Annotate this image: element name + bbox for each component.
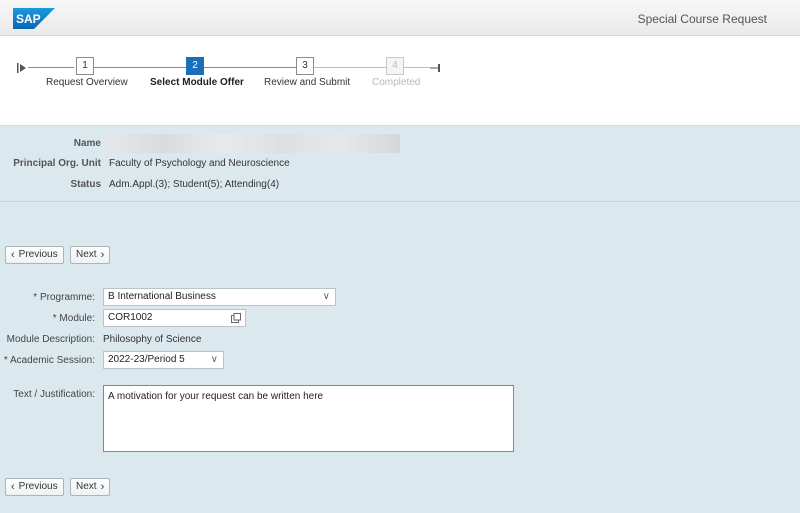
org-unit-value: Faculty of Psychology and Neuroscience — [109, 158, 290, 169]
roadmap-step-1-label[interactable]: Request Overview — [46, 77, 128, 88]
roadmap-connector — [404, 67, 430, 68]
justification-textarea[interactable]: A motivation for your request can be wri… — [103, 385, 514, 452]
chevron-left-icon: ‹ — [11, 481, 15, 493]
module-label-text: Module: — [59, 313, 95, 324]
chevron-down-icon: ∨ — [210, 354, 218, 365]
roadmap-wizard: 1 Request Overview 2 Select Module Offer… — [0, 36, 800, 126]
info-row-org: Principal Org. Unit Faculty of Psycholog… — [0, 158, 800, 174]
status-value: Adm.Appl.(3); Student(5); Attending(4) — [109, 179, 280, 190]
next-button-label: Next — [76, 481, 97, 492]
roadmap-connector — [204, 67, 296, 68]
roadmap-step-3-label[interactable]: Review and Submit — [264, 77, 350, 88]
next-button-label: Next — [76, 249, 97, 260]
name-label: Name — [73, 138, 101, 149]
next-button[interactable]: Next › — [70, 246, 111, 264]
previous-button[interactable]: ‹ Previous — [5, 246, 64, 264]
roadmap-step-3[interactable]: 3 — [296, 57, 314, 75]
roadmap-step-1[interactable]: 1 — [76, 57, 94, 75]
value-help-icon[interactable] — [231, 313, 241, 323]
module-input[interactable]: COR1002 — [103, 309, 246, 327]
roadmap-end-icon — [430, 64, 440, 72]
academic-session-label-text: Academic Session: — [9, 355, 95, 366]
programme-value: B International Business — [108, 291, 216, 302]
required-marker: * — [3, 355, 8, 366]
org-unit-label: Principal Org. Unit — [13, 158, 101, 169]
roadmap-step-4-label: Completed — [372, 77, 421, 88]
module-description-label: Module Description: — [6, 334, 95, 345]
required-marker: * — [52, 313, 57, 324]
chevron-left-icon: ‹ — [11, 249, 15, 261]
roadmap-step-4: 4 — [386, 57, 404, 75]
roadmap-connector — [28, 67, 74, 68]
roadmap-start-icon — [17, 63, 26, 73]
programme-dropdown[interactable]: B International Business ∨ — [103, 288, 336, 306]
app-header: SAP Special Course Request — [0, 0, 800, 36]
svg-text:SAP: SAP — [16, 12, 41, 26]
programme-label-text: Programme: — [39, 292, 95, 303]
academic-session-value: 2022-23/Period 5 — [108, 354, 185, 365]
student-info-panel: Name Principal Org. Unit Faculty of Psyc… — [0, 127, 800, 202]
next-button-bottom[interactable]: Next › — [70, 478, 111, 496]
required-marker: * — [33, 292, 38, 303]
name-value-redacted — [105, 134, 400, 153]
previous-button-bottom[interactable]: ‹ Previous — [5, 478, 64, 496]
chevron-right-icon: › — [100, 481, 105, 493]
roadmap-step-2[interactable]: 2 — [186, 57, 204, 75]
justification-label: Text / Justification: — [13, 389, 95, 400]
academic-session-dropdown[interactable]: 2022-23/Period 5 ∨ — [103, 351, 224, 369]
module-label: * Module: — [53, 313, 95, 324]
previous-button-label: Previous — [18, 249, 58, 260]
sap-logo: SAP — [13, 8, 55, 29]
module-description-value: Philosophy of Science — [103, 334, 202, 345]
academic-session-label: * Academic Session: — [4, 355, 95, 366]
programme-label: * Programme: — [33, 292, 95, 303]
info-row-status: Status Adm.Appl.(3); Student(5); Attendi… — [0, 179, 800, 195]
app-title: Special Course Request — [637, 12, 767, 26]
status-label: Status — [70, 179, 101, 190]
previous-button-label: Previous — [18, 481, 58, 492]
roadmap-connector — [94, 67, 186, 68]
info-row-name: Name — [0, 134, 800, 154]
chevron-down-icon: ∨ — [322, 291, 330, 302]
roadmap-connector — [314, 67, 386, 68]
chevron-right-icon: › — [100, 249, 105, 261]
roadmap-step-2-label[interactable]: Select Module Offer — [150, 77, 244, 88]
module-value: COR1002 — [108, 312, 153, 323]
